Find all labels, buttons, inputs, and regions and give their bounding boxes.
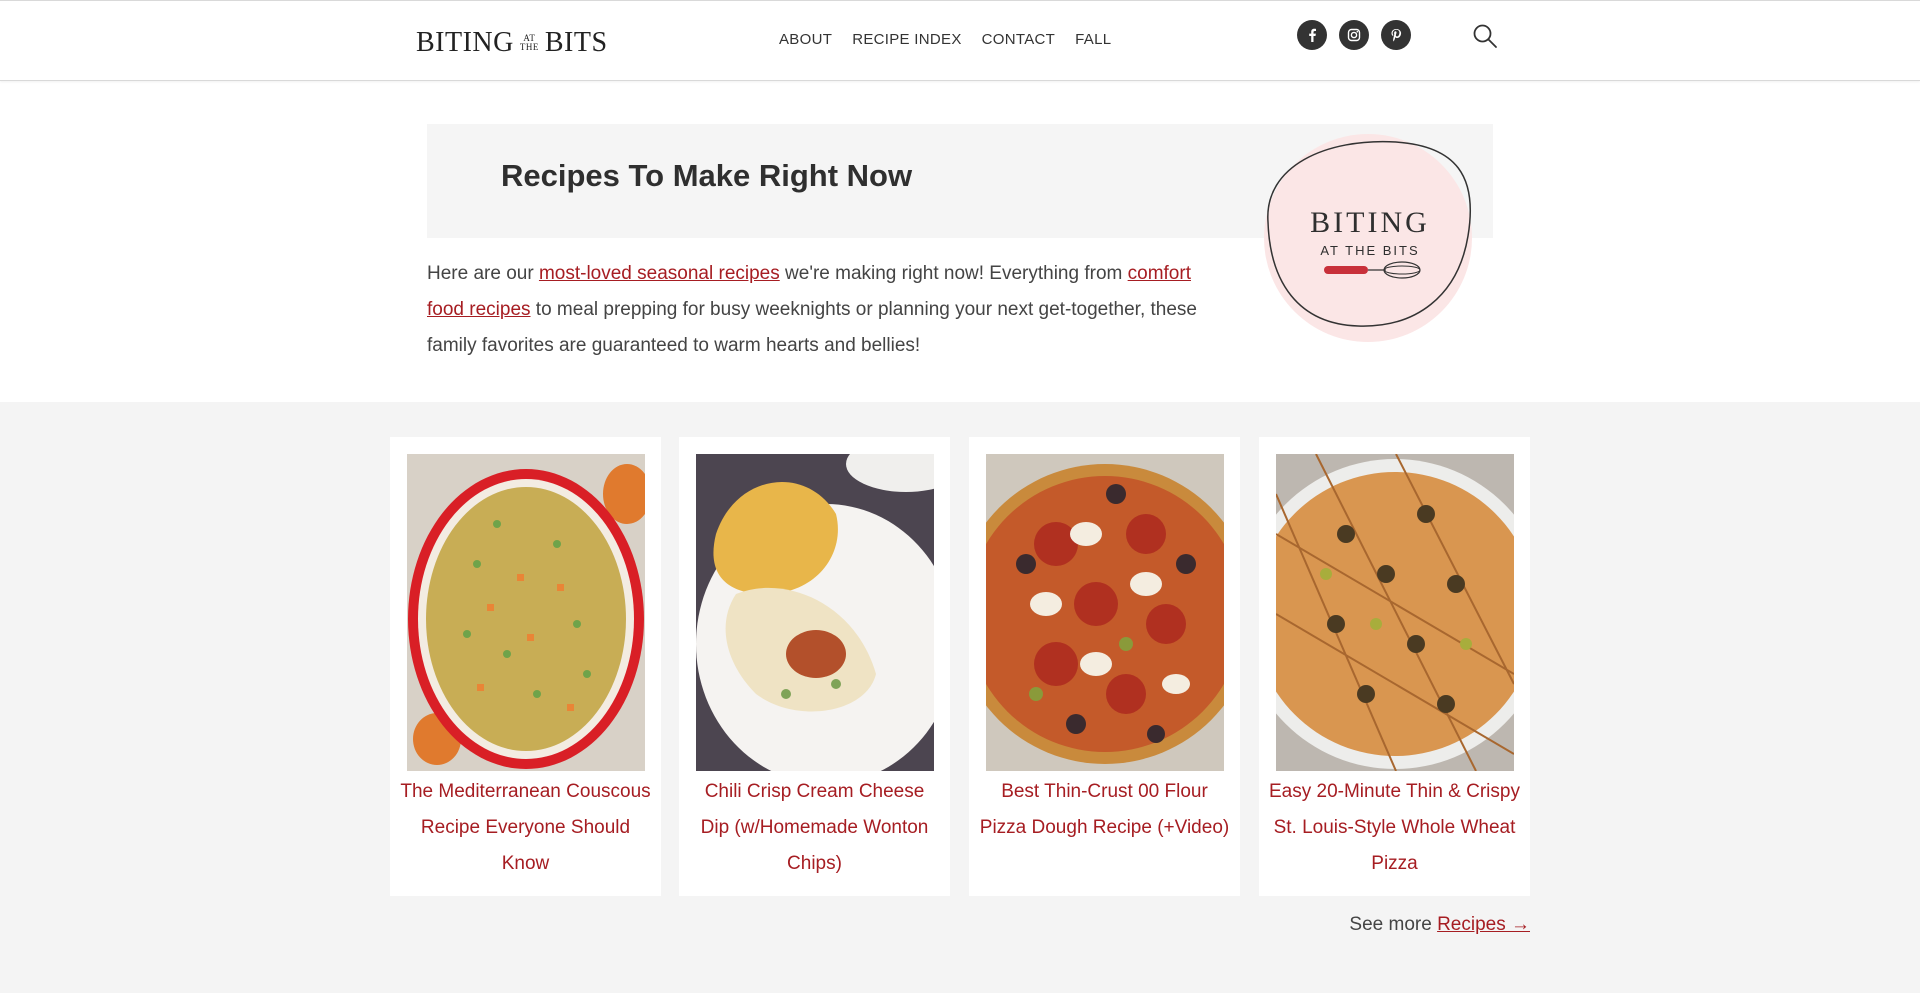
logo-small-bottom: THE (519, 42, 539, 52)
intro-text-1: Here are our (427, 263, 539, 284)
logo-small-text: AT THE (520, 34, 539, 52)
intro-text-3: to meal prepping for busy weeknights or … (427, 299, 1197, 356)
intro-text-2: we're making right now! Everything from (779, 263, 1128, 284)
logo-word-biting: BITING (416, 27, 514, 58)
recipe-photo-chili-dip[interactable] (696, 454, 934, 771)
seasonal-recipes-link[interactable]: most-loved seasonal recipes (539, 263, 780, 284)
pinterest-icon[interactable] (1381, 20, 1411, 50)
nav-item-recipe-index[interactable]: RECIPE INDEX (852, 31, 961, 48)
recipe-title-link[interactable]: Chili Crisp Cream Cheese Dip (w/Homemade… (689, 774, 940, 882)
badge-title: BITING (1310, 206, 1430, 239)
nav-item-fall[interactable]: FALL (1075, 31, 1111, 48)
recipe-card[interactable]: Chili Crisp Cream Cheese Dip (w/Homemade… (679, 437, 950, 896)
recipe-card[interactable]: Easy 20-Minute Thin & Crispy St. Louis-S… (1259, 437, 1530, 896)
social-links (1297, 20, 1411, 50)
nav-item-contact[interactable]: CONTACT (982, 31, 1055, 48)
nav-item-about[interactable]: ABOUT (779, 31, 832, 48)
recipe-title-link[interactable]: Easy 20-Minute Thin & Crispy St. Louis-S… (1269, 774, 1520, 882)
search-icon[interactable] (1470, 21, 1500, 51)
see-more-row: See more Recipes → (1349, 914, 1530, 936)
recipe-title-link[interactable]: Best Thin-Crust 00 Flour Pizza Dough Rec… (979, 774, 1230, 846)
recipe-photo-00-flour-pizza[interactable] (986, 454, 1224, 771)
recipe-photo-st-louis-pizza[interactable] (1276, 454, 1514, 771)
intro-paragraph: Here are our most-loved seasonal recipes… (427, 256, 1227, 364)
recipe-photo-couscous[interactable] (407, 454, 645, 771)
see-more-recipes-link[interactable]: Recipes → (1437, 914, 1530, 935)
site-header: BITING AT THE BITS ABOUT RECIPE INDEX CO… (0, 0, 1920, 81)
badge-subtitle: AT THE BITS (1320, 243, 1419, 258)
instagram-icon[interactable] (1339, 20, 1369, 50)
recipe-card[interactable]: The Mediterranean Couscous Recipe Everyo… (390, 437, 661, 896)
recipe-card[interactable]: Best Thin-Crust 00 Flour Pizza Dough Rec… (969, 437, 1240, 896)
recipe-grid-section: The Mediterranean Couscous Recipe Everyo… (0, 402, 1920, 993)
brand-badge: BITING AT THE BITS (1264, 134, 1472, 342)
page-title: Recipes To Make Right Now (501, 158, 913, 193)
facebook-icon[interactable] (1297, 20, 1327, 50)
see-more-text: See more (1349, 914, 1438, 935)
main-nav: ABOUT RECIPE INDEX CONTACT FALL (779, 31, 1111, 48)
site-logo[interactable]: BITING AT THE BITS (416, 23, 608, 63)
recipe-title-link[interactable]: The Mediterranean Couscous Recipe Everyo… (400, 774, 651, 882)
logo-word-bits: BITS (544, 27, 608, 58)
